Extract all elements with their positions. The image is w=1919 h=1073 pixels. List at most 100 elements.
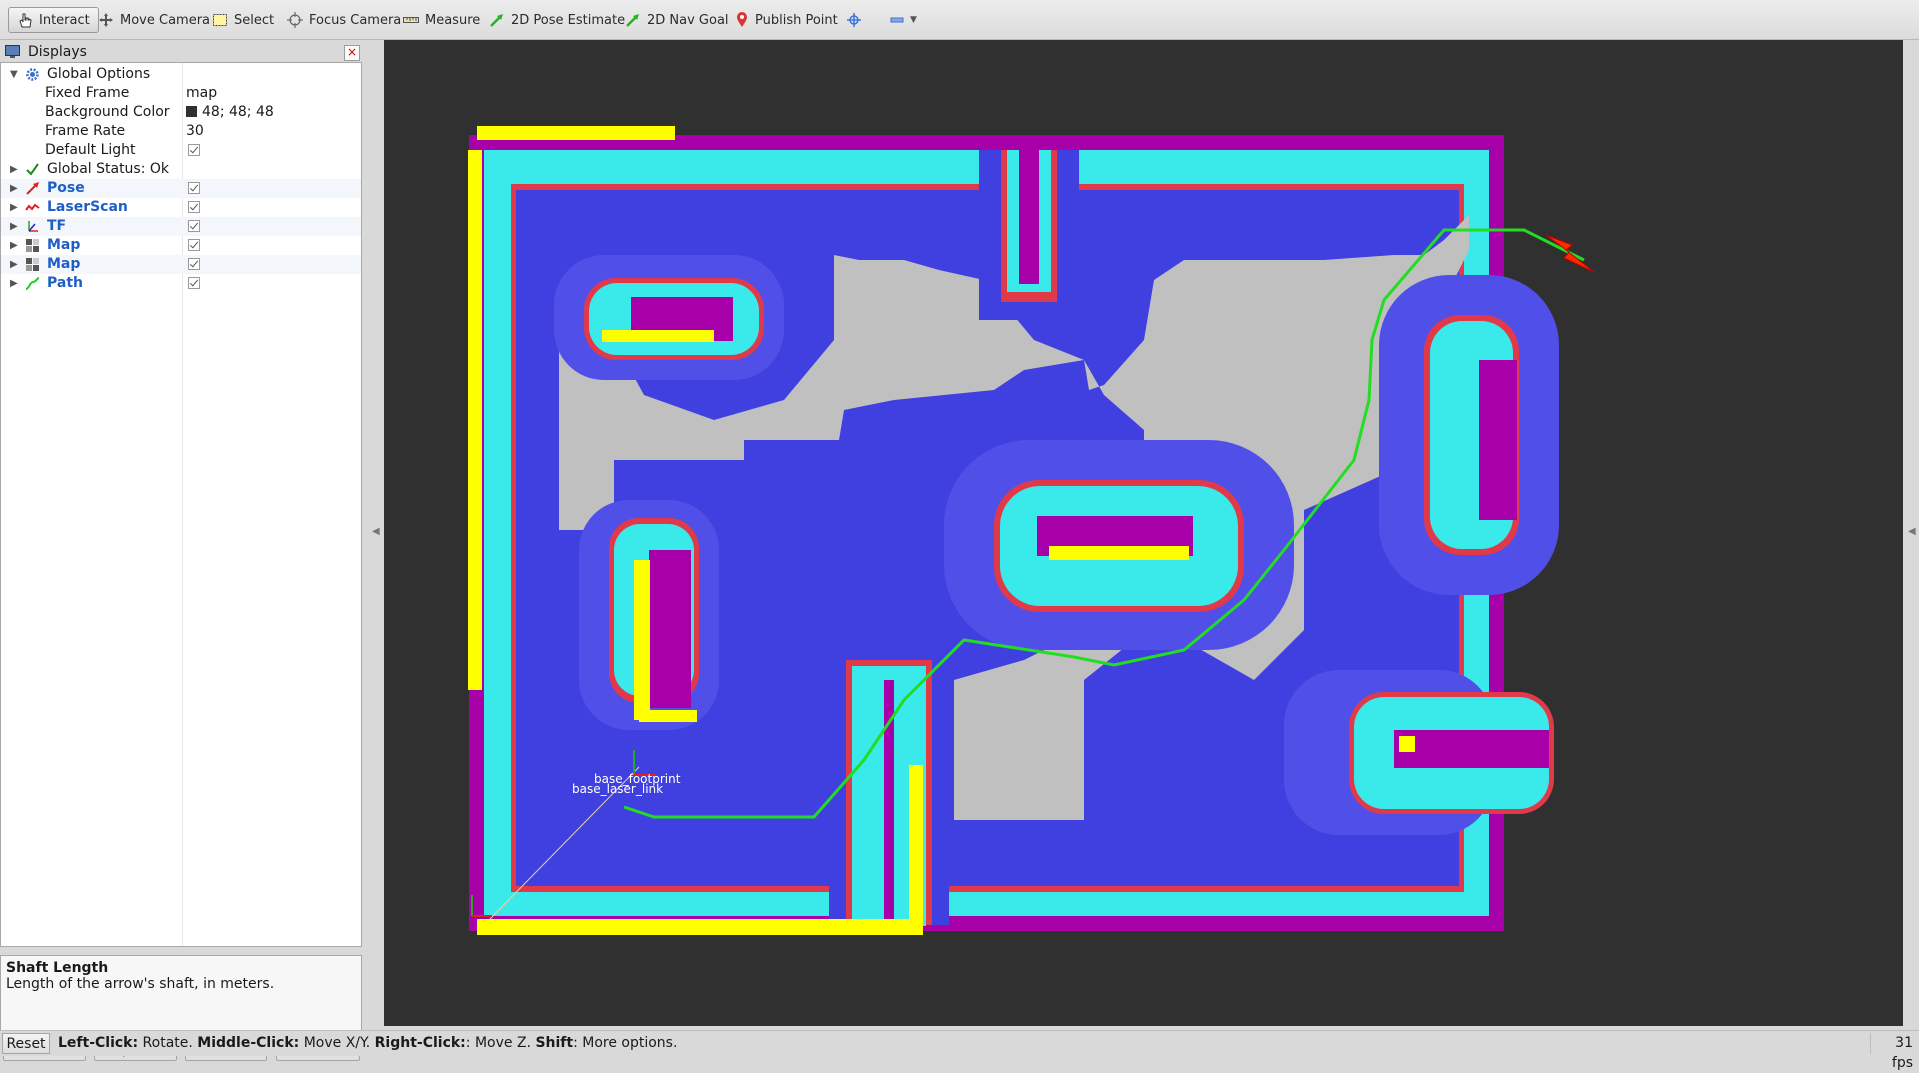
tree-row-frame-rate[interactable]: Frame Rate 30 bbox=[1, 122, 361, 141]
collapsed-arrow-icon[interactable]: ▶ bbox=[10, 160, 18, 179]
goal-pose-arrow bbox=[1545, 234, 1595, 273]
displays-panel-header: Displays × bbox=[0, 42, 362, 62]
obstacle-4-wall bbox=[1479, 360, 1517, 520]
tree-row-path[interactable]: ▶ Path bbox=[1, 274, 361, 293]
minus-icon bbox=[890, 17, 904, 23]
collapsed-arrow-icon[interactable]: ▶ bbox=[10, 236, 18, 255]
remove-tool-dropdown[interactable]: ▼ bbox=[890, 7, 917, 33]
green-arrow-icon bbox=[626, 14, 639, 27]
laserscan-enabled-checkbox[interactable] bbox=[188, 201, 200, 213]
fps-counter: 31 fps bbox=[1870, 1033, 1913, 1071]
focus-crosshair-icon bbox=[287, 12, 303, 28]
monitor-icon bbox=[5, 45, 20, 58]
display-label-tf: TF bbox=[47, 218, 67, 234]
path-line-icon bbox=[25, 277, 40, 290]
displays-tree: ▼ Global Options Fixed Frame map Backgro… bbox=[0, 62, 362, 947]
tree-row-default-light[interactable]: Default Light bbox=[1, 141, 361, 160]
costmap-canvas[interactable] bbox=[384, 40, 1903, 1026]
tf-label-base-laser-link: base_laser_link bbox=[572, 782, 664, 796]
tree-row-laserscan[interactable]: ▶ LaserScan bbox=[1, 198, 361, 217]
background-color-value[interactable]: 48; 48; 48 bbox=[186, 103, 274, 122]
tree-row-global-options[interactable]: ▼ Global Options bbox=[1, 65, 361, 84]
displays-panel: Displays × ▼ Global Options Fixed Frame … bbox=[0, 40, 363, 1061]
close-icon[interactable]: × bbox=[344, 45, 360, 61]
move-arrows-icon bbox=[99, 13, 113, 27]
collapsed-arrow-icon[interactable]: ▶ bbox=[10, 274, 18, 293]
collapsed-arrow-icon[interactable]: ▶ bbox=[10, 255, 18, 274]
interact-tool-button[interactable]: Interact bbox=[8, 7, 99, 33]
tree-row-global-status[interactable]: ▶ Global Status: Ok bbox=[1, 160, 361, 179]
default-light-checkbox[interactable] bbox=[188, 144, 200, 156]
map-pin-icon bbox=[737, 12, 747, 27]
laser-bottom-divider bbox=[909, 765, 923, 935]
plus-crosshair-icon bbox=[847, 13, 861, 27]
map-grid-icon bbox=[26, 239, 39, 252]
tf-enabled-checkbox[interactable] bbox=[188, 220, 200, 232]
fixed-frame-value[interactable]: map bbox=[186, 84, 217, 103]
description-heading: Shaft Length bbox=[6, 960, 109, 976]
display-label-laserscan: LaserScan bbox=[47, 199, 128, 215]
right-collapse-handle[interactable]: ◀ bbox=[1908, 526, 1916, 537]
color-swatch bbox=[186, 106, 197, 117]
pose-arrow-icon bbox=[26, 182, 39, 195]
laser-left-wall bbox=[468, 150, 482, 690]
display-label-map: Map bbox=[47, 256, 81, 272]
display-label-path: Path bbox=[47, 275, 83, 291]
green-arrow-icon bbox=[490, 14, 503, 27]
expanded-arrow-icon[interactable]: ▼ bbox=[10, 65, 18, 84]
display-label-map: Map bbox=[47, 237, 81, 253]
laser-scan-icon bbox=[25, 203, 40, 211]
path-enabled-checkbox[interactable] bbox=[188, 277, 200, 289]
tf-axes-icon bbox=[28, 221, 38, 232]
focus-camera-tool-button[interactable]: Focus Camera bbox=[287, 7, 401, 33]
checkmark-icon bbox=[26, 163, 39, 176]
description-text: Length of the arrow's shaft, in meters. bbox=[6, 976, 275, 992]
collapsed-arrow-icon[interactable]: ▶ bbox=[10, 217, 18, 236]
select-tool-button[interactable]: Select bbox=[212, 7, 274, 33]
reset-button[interactable]: Reset bbox=[2, 1033, 50, 1054]
collapsed-arrow-icon[interactable]: ▶ bbox=[10, 179, 18, 198]
add-tool-button[interactable] bbox=[846, 7, 862, 33]
map-divider-wall bbox=[1019, 150, 1039, 284]
frame-rate-value[interactable]: 30 bbox=[186, 122, 204, 141]
tree-row-pose[interactable]: ▶ Pose bbox=[1, 179, 361, 198]
publish-point-tool-button[interactable]: Publish Point bbox=[735, 7, 838, 33]
tree-row-tf[interactable]: ▶ TF bbox=[1, 217, 361, 236]
obstacle-5-wall bbox=[1394, 730, 1549, 768]
property-description: Shaft Length Length of the arrow's shaft… bbox=[0, 955, 362, 1032]
chevron-down-icon: ▼ bbox=[910, 15, 917, 25]
obstacle-2-laser-h bbox=[639, 710, 697, 722]
obstacle-1-laser bbox=[602, 330, 714, 342]
obstacle-2-wall bbox=[649, 550, 691, 708]
mouse-hint-text: Left-Click: Rotate. Middle-Click: Move X… bbox=[58, 1035, 678, 1051]
tree-row-map-2[interactable]: ▶ Map bbox=[1, 255, 361, 274]
toolbar: Interact Move Camera Select Focus Camera… bbox=[0, 0, 1919, 40]
display-label-pose: Pose bbox=[47, 180, 85, 196]
ruler-icon bbox=[403, 17, 419, 23]
tree-row-map-1[interactable]: ▶ Map bbox=[1, 236, 361, 255]
pose-enabled-checkbox[interactable] bbox=[188, 182, 200, 194]
map-enabled-checkbox[interactable] bbox=[188, 239, 200, 251]
hand-cursor-icon bbox=[19, 13, 32, 28]
obstacle-2-laser-v bbox=[634, 560, 650, 720]
2d-pose-estimate-tool-button[interactable]: 2D Pose Estimate bbox=[489, 7, 625, 33]
move-camera-tool-button[interactable]: Move Camera bbox=[98, 7, 210, 33]
map-enabled-checkbox[interactable] bbox=[188, 258, 200, 270]
left-collapse-handle[interactable]: ◀ bbox=[372, 526, 380, 537]
global-status-label: Global Status: Ok bbox=[47, 161, 170, 177]
displays-panel-title: Displays bbox=[28, 44, 87, 60]
map-grid-icon bbox=[26, 258, 39, 271]
obstacle-3-laser bbox=[1049, 546, 1189, 560]
laser-bottom-wall bbox=[477, 919, 920, 935]
gear-icon bbox=[26, 68, 39, 81]
collapsed-arrow-icon[interactable]: ▶ bbox=[10, 198, 18, 217]
status-bar: Reset Left-Click: Rotate. Middle-Click: … bbox=[0, 1030, 1919, 1071]
select-box-icon bbox=[213, 14, 227, 26]
2d-nav-goal-tool-button[interactable]: 2D Nav Goal bbox=[625, 7, 729, 33]
obstacle-5-laser bbox=[1399, 736, 1415, 752]
measure-tool-button[interactable]: Measure bbox=[403, 7, 480, 33]
tree-row-background-color[interactable]: Background Color 48; 48; 48 bbox=[1, 103, 361, 122]
tree-row-fixed-frame[interactable]: Fixed Frame map bbox=[1, 84, 361, 103]
laser-top-wall bbox=[477, 126, 675, 140]
render-viewport[interactable]: base_footprint base_laser_link bbox=[384, 40, 1903, 1026]
